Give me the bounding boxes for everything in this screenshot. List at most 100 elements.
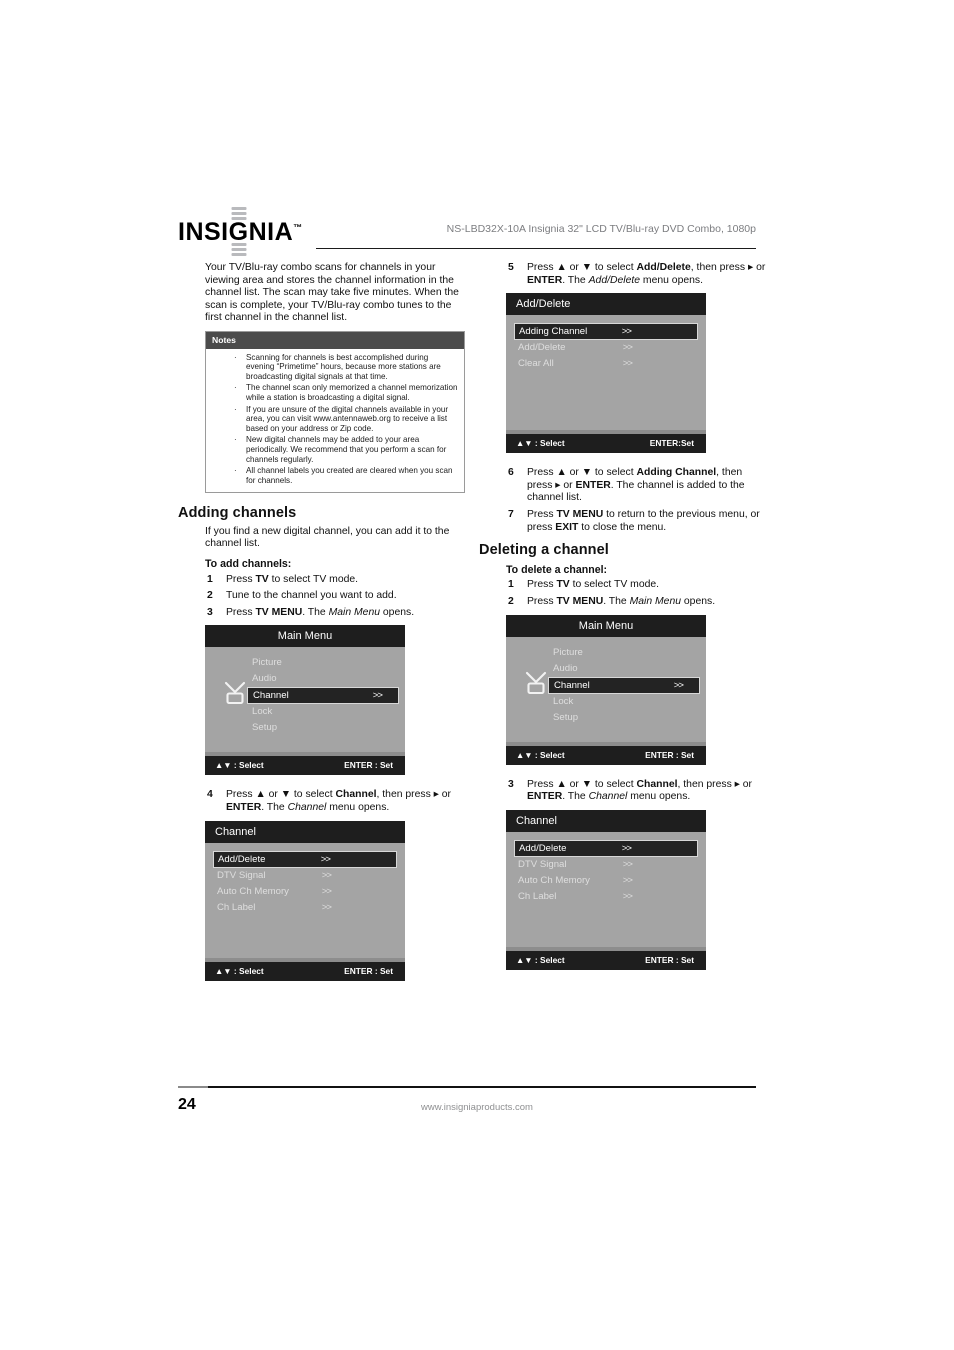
osd-item-label: Setup xyxy=(252,722,278,734)
osd-item-label: Add/Delete xyxy=(519,842,567,854)
osd-footer: ▲▼ : Select ENTER:Set xyxy=(506,434,706,454)
step-text: Press TV MENU. The Main Menu opens. xyxy=(527,595,716,607)
osd-chevron: >> xyxy=(622,890,633,902)
osd-hint-set: ENTER : Set xyxy=(344,965,393,976)
insignia-logo: INSI G NIA™ xyxy=(178,207,303,256)
osd-item-label: Picture xyxy=(252,657,282,669)
list-item: 3 Press ▲ or ▼ to select Channel, then pr… xyxy=(506,779,768,804)
list-item: · Scanning for channels is best accomplis… xyxy=(234,352,458,382)
osd-footer: ▲▼ : Select ENTER : Set xyxy=(205,961,405,981)
osd-chevron: >> xyxy=(622,858,633,870)
adding-channels-lead: If you find a new digital channel, you c… xyxy=(205,525,450,550)
osd-menu-list: Adding Channel >> Add/Delete >> Clear All >… xyxy=(506,323,706,372)
step-text: Press TV MENU to return to the previous … xyxy=(527,508,760,533)
osd-item-lock[interactable]: Lock xyxy=(506,694,706,710)
osd-chevron: >> xyxy=(622,874,633,886)
osd-body: Picture Audio Channel >> Lock Setup xyxy=(506,637,706,742)
step-text: Press TV to select TV mode. xyxy=(527,579,660,591)
step-number: 2 xyxy=(508,595,514,607)
step-number: 3 xyxy=(207,606,213,618)
osd-hint-select: ▲▼ : Select xyxy=(215,760,264,771)
osd-item-label: Audio xyxy=(252,673,277,685)
osd-item-lock[interactable]: Lock xyxy=(205,704,405,720)
add-channel-step-5: 5 Press ▲ or ▼ to select Add/Delete, then… xyxy=(506,262,768,287)
osd-chevron: >> xyxy=(673,679,684,691)
osd-body: Add/Delete >> DTV Signal >> Auto Ch Memory… xyxy=(205,843,405,958)
osd-body: Picture Audio Channel >> Lock Setup xyxy=(205,647,405,752)
step-number: 4 xyxy=(207,789,213,801)
osd-chevron: >> xyxy=(321,869,332,881)
osd-item-label: DTV Signal xyxy=(518,858,567,870)
note-text: If you are unsure of the digital channel… xyxy=(246,404,449,433)
section-heading-deleting-a-channel: Deleting a channel xyxy=(479,542,609,559)
osd-item-adding-channel[interactable]: Adding Channel >> xyxy=(514,323,698,341)
osd-chevron: >> xyxy=(372,690,383,702)
osd-menu-list: Add/Delete >> DTV Signal >> Auto Ch Memory… xyxy=(506,839,706,905)
osd-item-add-delete[interactable]: Add/Delete >> xyxy=(506,340,706,356)
osd-hint-set: ENTER : Set xyxy=(645,954,694,965)
osd-item-clear-all[interactable]: Clear All >> xyxy=(506,356,706,372)
osd-item-dtv-signal[interactable]: DTV Signal >> xyxy=(205,868,405,884)
osd-hint-set: ENTER : Set xyxy=(645,749,694,760)
osd-item-audio[interactable]: Audio xyxy=(205,671,405,687)
subheading-to-delete-a-channel: To delete a channel: xyxy=(506,563,608,576)
list-item: 5 Press ▲ or ▼ to select Add/Delete, then… xyxy=(506,262,768,287)
note-text: The channel scan only memorized a channe… xyxy=(246,383,458,402)
delete-channel-step-3: 3 Press ▲ or ▼ to select Channel, then pr… xyxy=(506,779,768,804)
note-text: Scanning for channels is best accomplish… xyxy=(246,352,441,381)
notes-title: Notes xyxy=(206,331,464,349)
osd-item-channel[interactable]: Channel >> xyxy=(247,687,399,705)
step-number: 1 xyxy=(508,579,514,591)
osd-item-auto-ch-memory[interactable]: Auto Ch Memory >> xyxy=(205,884,405,900)
osd-item-auto-ch-memory[interactable]: Auto Ch Memory >> xyxy=(506,873,706,889)
step-number: 7 xyxy=(508,508,514,520)
step-number: 2 xyxy=(207,590,213,602)
osd-title: Channel xyxy=(205,820,405,843)
osd-item-picture[interactable]: Picture xyxy=(205,655,405,671)
osd-item-label: Lock xyxy=(252,706,273,718)
osd-item-dtv-signal[interactable]: DTV Signal >> xyxy=(506,857,706,873)
bullet-icon: · xyxy=(234,352,237,362)
step-text: Press ▲ or ▼ to select Channel, then pre… xyxy=(527,778,753,803)
osd-chevron: >> xyxy=(622,342,633,354)
bullet-icon: · xyxy=(234,466,237,476)
step-text: Press ▲ or ▼ to select Add/Delete, then … xyxy=(527,262,766,286)
osd-footer: ▲▼ : Select ENTER : Set xyxy=(205,756,405,776)
delete-channel-steps: 1 Press TV to select TV mode. 2 Press TV M… xyxy=(506,579,768,608)
osd-item-audio[interactable]: Audio xyxy=(506,661,706,677)
list-item: 6 Press ▲ or ▼ to select Adding Channel, … xyxy=(506,467,768,505)
osd-title: Channel xyxy=(506,809,706,832)
osd-footer: ▲▼ : Select ENTER : Set xyxy=(506,745,706,765)
osd-chevron: >> xyxy=(321,885,332,897)
osd-chevron: >> xyxy=(622,358,633,370)
osd-hint-select: ▲▼ : Select xyxy=(215,965,264,976)
left-column: Your TV/Blu-ray combo scans for channels… xyxy=(178,262,467,995)
osd-item-add-delete[interactable]: Add/Delete >> xyxy=(514,839,698,857)
osd-footer: ▲▼ : Select ENTER : Set xyxy=(506,950,706,970)
notes-body: · Scanning for channels is best accomplis… xyxy=(206,349,464,493)
add-channel-step-4: 4 Press ▲ or ▼ to select Channel, then pr… xyxy=(205,789,467,814)
osd-item-setup[interactable]: Setup xyxy=(506,710,706,726)
osd-item-add-delete[interactable]: Add/Delete >> xyxy=(213,850,397,868)
osd-item-picture[interactable]: Picture xyxy=(506,645,706,661)
bullet-icon: · xyxy=(234,404,237,414)
osd-hint-select: ▲▼ : Select xyxy=(516,749,565,760)
osd-body: Adding Channel >> Add/Delete >> Clear All >… xyxy=(506,315,706,430)
osd-item-setup[interactable]: Setup xyxy=(205,720,405,736)
header-model-title: NS-LBD32X-10A Insignia 32" LCD TV/Blu-ra… xyxy=(446,223,756,235)
list-item: 4 Press ▲ or ▼ to select Channel, then pr… xyxy=(205,789,467,814)
osd-body: Add/Delete >> DTV Signal >> Auto Ch Memory… xyxy=(506,832,706,947)
bullet-icon: · xyxy=(234,435,237,445)
osd-item-channel[interactable]: Channel >> xyxy=(548,676,700,694)
osd-chevron: >> xyxy=(621,842,632,854)
osd-item-ch-label[interactable]: Ch Label >> xyxy=(506,889,706,905)
step-text: Press TV MENU. The Main Menu opens. xyxy=(226,606,415,618)
osd-channel-2: Channel Add/Delete >> DTV Signal >> Auto C… xyxy=(506,809,706,970)
list-item: · The channel scan only memorized a chann… xyxy=(234,383,458,402)
osd-item-ch-label[interactable]: Ch Label >> xyxy=(205,900,405,916)
page-header: INSI G NIA™ NS-LBD32X-10A Insignia 32" LCD… xyxy=(178,207,756,256)
osd-hint-select: ▲▼ : Select xyxy=(516,954,565,965)
notes-list: · Scanning for channels is best accomplis… xyxy=(212,353,458,486)
add-channel-steps: 1 Press TV to select TV mode. 2 Tune to th… xyxy=(205,574,467,620)
note-text: All channel labels you created are clear… xyxy=(246,466,453,485)
